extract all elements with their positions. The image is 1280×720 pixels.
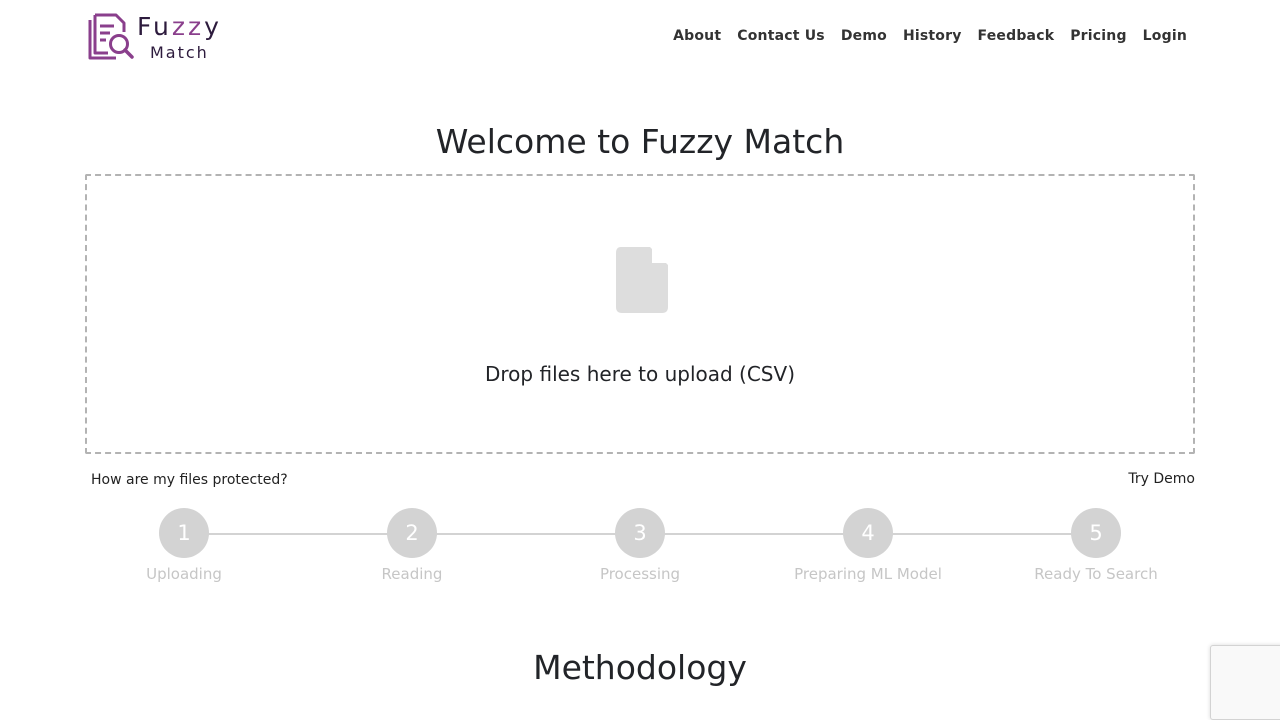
logo-subtitle: Match bbox=[150, 43, 209, 62]
nav-feedback[interactable]: Feedback bbox=[978, 28, 1055, 44]
logo-wordmark: Fuzzy bbox=[137, 12, 222, 42]
main-nav: About Contact Us Demo History Feedback P… bbox=[673, 28, 1187, 44]
logo[interactable]: Fuzzy Match bbox=[86, 12, 246, 64]
nav-contact-us[interactable]: Contact Us bbox=[737, 28, 825, 44]
step-uploading: 1 Uploading bbox=[84, 508, 284, 584]
site-header: Fuzzy Match About Contact Us Demo Histor… bbox=[0, 0, 1280, 76]
step-reading: 2 Reading bbox=[312, 508, 512, 584]
recaptcha-badge[interactable] bbox=[1210, 645, 1280, 720]
file-dropzone[interactable]: Drop files here to upload (CSV) bbox=[85, 174, 1195, 454]
nav-demo[interactable]: Demo bbox=[841, 28, 887, 44]
step-number: 5 bbox=[1071, 508, 1121, 558]
try-demo-link[interactable]: Try Demo bbox=[1128, 471, 1195, 487]
step-label: Preparing ML Model bbox=[794, 565, 942, 583]
nav-login[interactable]: Login bbox=[1143, 28, 1187, 44]
step-number: 1 bbox=[159, 508, 209, 558]
file-icon bbox=[616, 247, 668, 313]
step-ready-to-search: 5 Ready To Search bbox=[996, 508, 1196, 584]
dropzone-text: Drop files here to upload (CSV) bbox=[485, 362, 795, 386]
nav-pricing[interactable]: Pricing bbox=[1070, 28, 1126, 44]
logo-word-zz: zz bbox=[171, 12, 205, 41]
step-processing: 3 Processing bbox=[540, 508, 740, 584]
logo-word-start: Fu bbox=[137, 12, 172, 41]
step-label: Reading bbox=[381, 565, 443, 583]
step-label: Ready To Search bbox=[1034, 565, 1158, 583]
step-number: 2 bbox=[387, 508, 437, 558]
methodology-heading: Methodology bbox=[533, 648, 747, 687]
nav-history[interactable]: History bbox=[903, 28, 962, 44]
step-label: Uploading bbox=[146, 565, 222, 583]
files-protected-link[interactable]: How are my files protected? bbox=[91, 472, 288, 488]
step-preparing-ml-model: 4 Preparing ML Model bbox=[768, 508, 968, 584]
progress-steps: 1 Uploading 2 Reading 3 Processing 4 Pre… bbox=[0, 508, 1280, 598]
nav-about[interactable]: About bbox=[673, 28, 721, 44]
step-number: 4 bbox=[843, 508, 893, 558]
page-title: Welcome to Fuzzy Match bbox=[435, 122, 845, 161]
logo-word-end: y bbox=[204, 12, 222, 41]
step-label: Processing bbox=[599, 565, 681, 583]
step-number: 3 bbox=[615, 508, 665, 558]
document-search-icon bbox=[88, 13, 134, 60]
